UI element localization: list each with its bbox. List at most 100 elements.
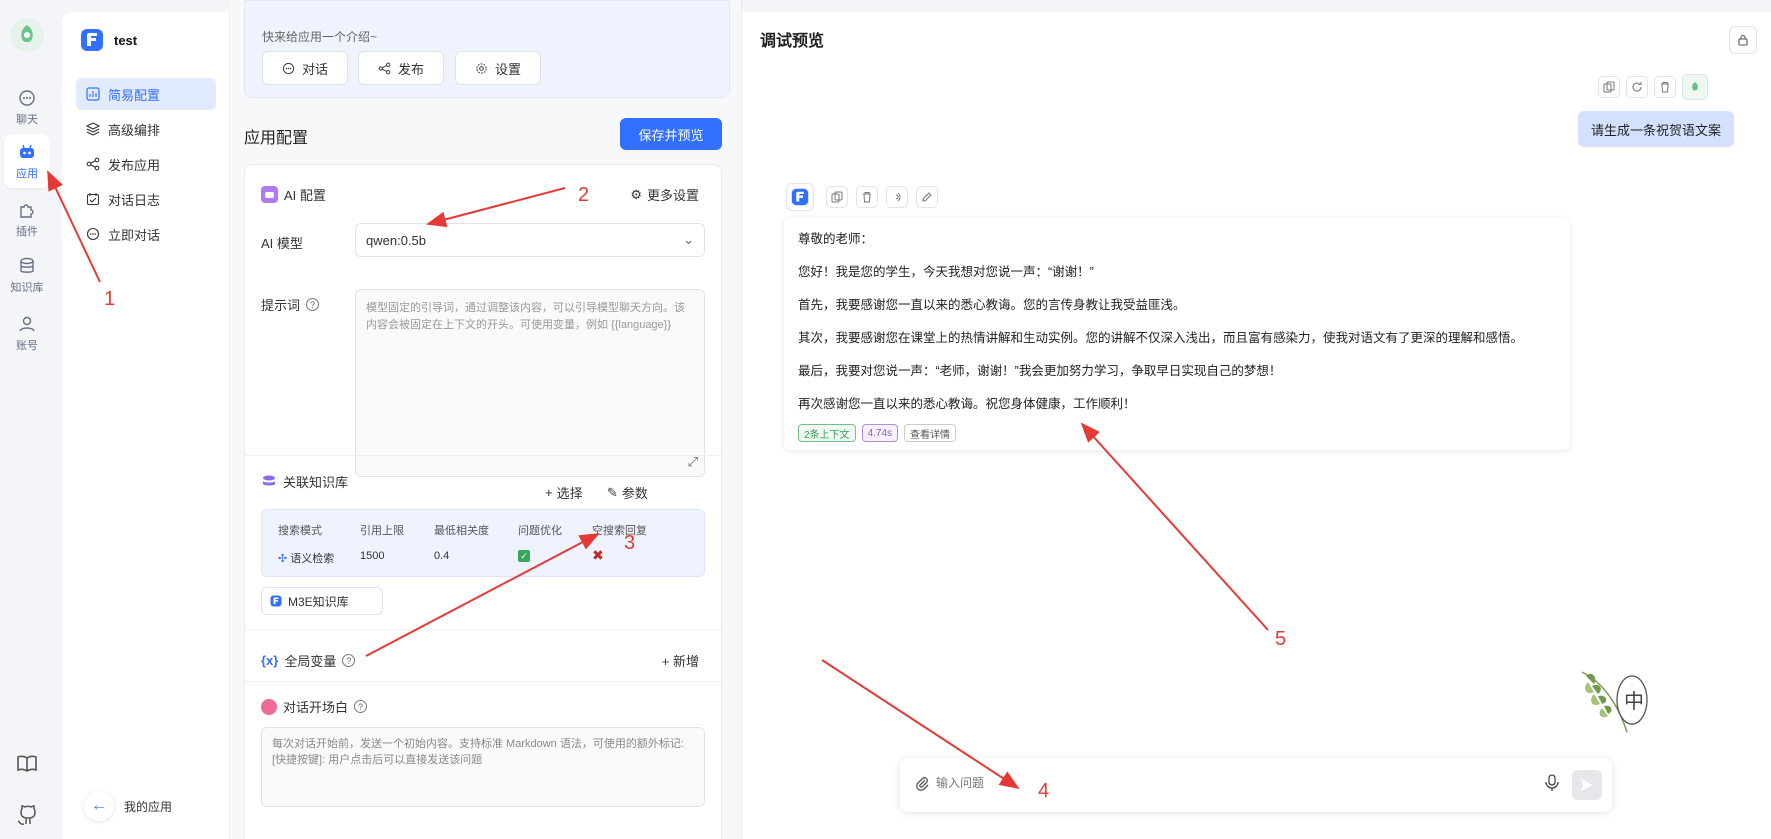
lock-button[interactable] xyxy=(1729,26,1757,54)
opening-placeholder: 每次对话开始前，发送一个初始内容。支持标准 Markdown 语法，可使用的额外… xyxy=(272,738,684,766)
table-header: 空搜索回复 xyxy=(592,525,647,537)
delete-button[interactable] xyxy=(1654,76,1676,98)
chat-input[interactable] xyxy=(936,776,1536,790)
annotation-label: 5 xyxy=(1275,628,1287,650)
send-icon xyxy=(1581,779,1593,791)
chat-input-bar xyxy=(900,758,1612,812)
annotation-label: 4 xyxy=(1038,780,1050,802)
github-icon[interactable] xyxy=(15,804,39,828)
help-icon[interactable]: ? xyxy=(306,298,320,311)
details-tag[interactable]: 查看详情 xyxy=(904,424,957,442)
back-arrow-icon: ← xyxy=(84,791,114,821)
model-select[interactable]: qwen:0.5b ⌄ xyxy=(355,223,705,257)
chat-icon xyxy=(282,62,295,74)
prompt-label: 提示词 xyxy=(261,298,301,313)
user-avatar xyxy=(1682,74,1708,100)
rail-label: 账号 xyxy=(16,339,38,352)
model-select-value: qwen:0.5b xyxy=(366,232,426,248)
kb-select-label: 选择 xyxy=(556,486,583,501)
rail-item-plugins[interactable]: 插件 xyxy=(4,192,50,246)
bot-message-line: 其次，我要感谢您在课堂上的热情讲解和生动实例。您的讲解不仅深入浅出，而且富有感染… xyxy=(798,331,1524,345)
intro-text: 快来给应用一个介绍~ xyxy=(262,30,378,44)
my-apps-link[interactable]: ← 我的应用 xyxy=(84,791,172,821)
save-preview-button[interactable]: 保存并预览 xyxy=(620,118,722,150)
share-icon xyxy=(86,157,100,171)
mode-value: 语义检索 xyxy=(290,553,335,565)
avatar-icon xyxy=(1692,82,1698,91)
opening-section-title: 对话开场白 xyxy=(283,700,349,715)
kb-tag[interactable]: M3E知识库 xyxy=(261,587,383,615)
rail-item-apps[interactable]: 应用 xyxy=(4,134,50,188)
table-header: 搜索模式 xyxy=(278,525,322,537)
copy-button[interactable] xyxy=(1598,76,1620,98)
nav-item-label: 立即对话 xyxy=(108,227,161,243)
speaker-button[interactable] xyxy=(886,186,908,208)
send-button[interactable] xyxy=(1572,770,1602,800)
semantic-icon: ✣ xyxy=(278,552,288,565)
refresh-button[interactable] xyxy=(1626,76,1648,98)
vars-add-button[interactable]: + 新增 xyxy=(662,651,699,670)
paperclip-icon[interactable] xyxy=(914,775,930,791)
bot-message-line: 最后，我要对您说一声：“老师，谢谢！”我会更加努力学习，争取早日实现自己的梦想！ xyxy=(798,364,1282,378)
robot-icon xyxy=(20,144,34,158)
share-icon xyxy=(378,62,391,74)
copy-button[interactable] xyxy=(826,186,848,208)
my-apps-label: 我的应用 xyxy=(124,799,173,814)
vars-section-header: {x} 全局变量 ? xyxy=(261,651,356,670)
context-tag[interactable]: 2条上下文 xyxy=(798,424,856,442)
model-label: AI 模型 xyxy=(261,236,303,251)
edit-icon: ✎ xyxy=(607,484,618,500)
edit-button[interactable] xyxy=(916,186,938,208)
microphone-icon[interactable] xyxy=(1544,774,1560,792)
rail-item-chat[interactable]: 聊天 xyxy=(4,80,50,134)
kb-tag-label: M3E知识库 xyxy=(288,594,349,609)
settings-button[interactable]: 设置 xyxy=(455,51,541,85)
kb-section-header: 关联知识库 xyxy=(261,472,348,491)
kb-params-button[interactable]: ✎ 参数 xyxy=(607,483,648,502)
variable-icon: {x} xyxy=(261,653,279,668)
prompt-placeholder: 模型固定的引导词，通过调整该内容，可以引导模型聊天方向。该内容会被固定在上下文的… xyxy=(366,302,685,331)
nav-item-simple-config[interactable]: 简易配置 xyxy=(76,78,216,110)
chat-button[interactable]: 对话 xyxy=(262,51,348,85)
plus-icon: + xyxy=(661,654,670,669)
bot-message-line: 您好！我是您的学生，今天我想对您说一声：“谢谢！” xyxy=(798,265,1094,279)
rail-item-account[interactable]: 账号 xyxy=(4,306,50,360)
prompt-textarea[interactable]: 模型固定的引导词，通过调整该内容，可以引导模型聊天方向。该内容会被固定在上下文的… xyxy=(355,289,705,477)
divider xyxy=(245,629,721,630)
rail-item-knowledge[interactable]: 知识库 xyxy=(4,248,50,302)
database-icon xyxy=(263,475,275,485)
preview-title: 调试预览 xyxy=(760,33,825,50)
more-settings-button[interactable]: ⚙ 更多设置 xyxy=(630,185,699,204)
kb-select-button[interactable]: + 选择 xyxy=(545,483,583,502)
nav-item-publish[interactable]: 发布应用 xyxy=(76,148,216,180)
kb-params-label: 参数 xyxy=(621,486,648,501)
logo-icon[interactable] xyxy=(10,18,44,52)
table-cell-limit: 1500 xyxy=(360,550,385,562)
app-logo-icon xyxy=(270,595,282,607)
help-icon[interactable]: ? xyxy=(342,654,356,667)
opening-textarea[interactable]: 每次对话开始前，发送一个初始内容。支持标准 Markdown 语法，可使用的额外… xyxy=(261,727,705,807)
table-header: 最低相关度 xyxy=(434,525,489,537)
trash-icon xyxy=(1661,82,1669,93)
preview-pane: 调试预览 请生成一条祝贺语文案 尊敬的老师： 您好！我是您的学生，今天我想对您说… xyxy=(742,12,1771,839)
kb-section-title: 关联知识库 xyxy=(283,475,349,490)
bot-avatar xyxy=(786,183,814,211)
chart-icon xyxy=(86,87,100,101)
kb-settings-table: 搜索模式 引用上限 最低相关度 问题优化 空搜索回复 ✣ 语义检索 1500 0… xyxy=(261,509,705,577)
copy-icon xyxy=(1603,81,1615,93)
vars-add-label: 新增 xyxy=(672,654,699,669)
calendar-icon xyxy=(86,193,100,206)
help-icon[interactable]: ? xyxy=(354,700,368,713)
nav-item-label: 简易配置 xyxy=(108,87,161,103)
speaker-icon xyxy=(895,192,901,202)
delete-button[interactable] xyxy=(856,186,878,208)
gear-icon: ⚙ xyxy=(630,186,642,202)
nav-item-advanced[interactable]: 高级编排 xyxy=(76,113,216,145)
book-icon[interactable] xyxy=(15,752,39,776)
nav-item-label: 发布应用 xyxy=(108,157,161,173)
publish-button[interactable]: 发布 xyxy=(358,51,444,85)
app-logo-icon xyxy=(791,188,809,206)
nav-item-logs[interactable]: 对话日志 xyxy=(76,183,216,215)
table-cell-min-score: 0.4 xyxy=(434,550,450,562)
nav-item-chat-now[interactable]: 立即对话 xyxy=(76,218,216,250)
